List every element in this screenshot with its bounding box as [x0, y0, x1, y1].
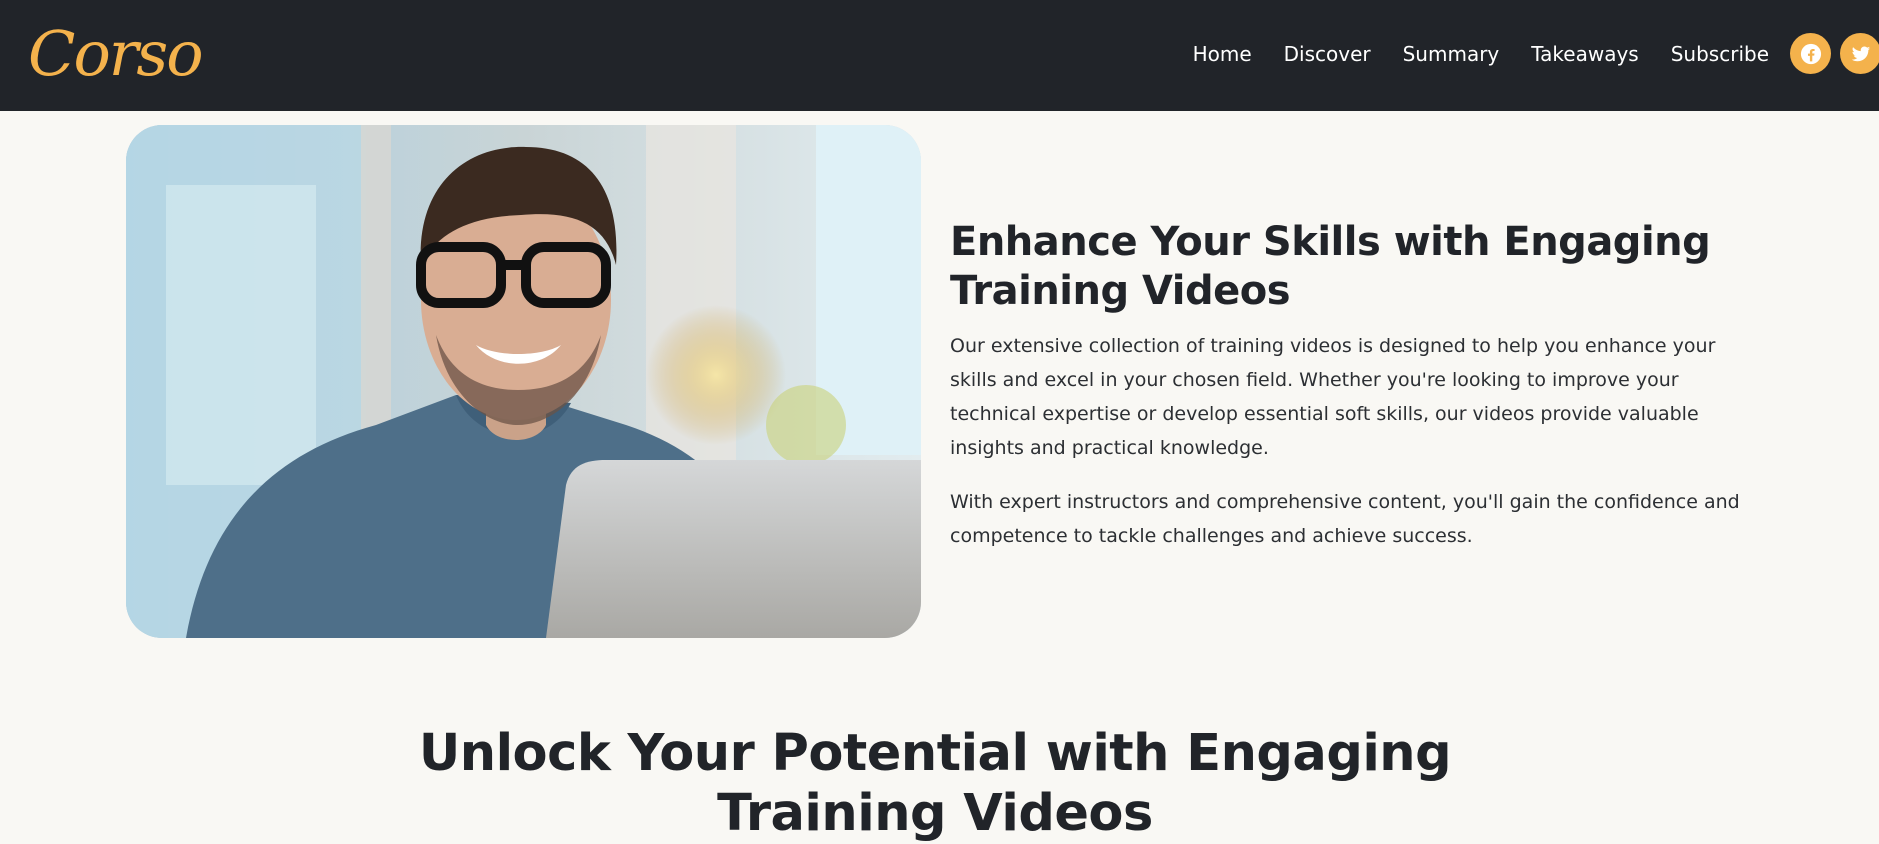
- nav-subscribe[interactable]: Subscribe: [1671, 42, 1769, 66]
- hero-photo: [126, 125, 921, 638]
- section-title: Unlock Your Potential with Engaging Trai…: [418, 724, 1452, 843]
- hero-paragraph-1: Our extensive collection of training vid…: [950, 335, 1716, 459]
- nav-discover[interactable]: Discover: [1284, 42, 1371, 66]
- main-nav: Home Discover Summary Takeaways Subscrib…: [1161, 0, 1769, 108]
- site-header: Corso Home Discover Summary Takeaways Su…: [0, 0, 1879, 111]
- smiling-man-with-glasses-image: [126, 125, 921, 638]
- nav-takeaways[interactable]: Takeaways: [1531, 42, 1638, 66]
- hero-title: Enhance Your Skills with Engaging Traini…: [950, 219, 1711, 314]
- twitter-icon[interactable]: [1840, 33, 1879, 74]
- facebook-icon[interactable]: [1790, 33, 1831, 74]
- nav-summary[interactable]: Summary: [1403, 42, 1500, 66]
- hero-content: Enhance Your Skills with Engaging Traini…: [950, 218, 1750, 553]
- hero-paragraph-2: With expert instructors and comprehensiv…: [950, 491, 1740, 547]
- nav-home[interactable]: Home: [1193, 42, 1252, 66]
- site-logo[interactable]: Corso: [28, 14, 204, 94]
